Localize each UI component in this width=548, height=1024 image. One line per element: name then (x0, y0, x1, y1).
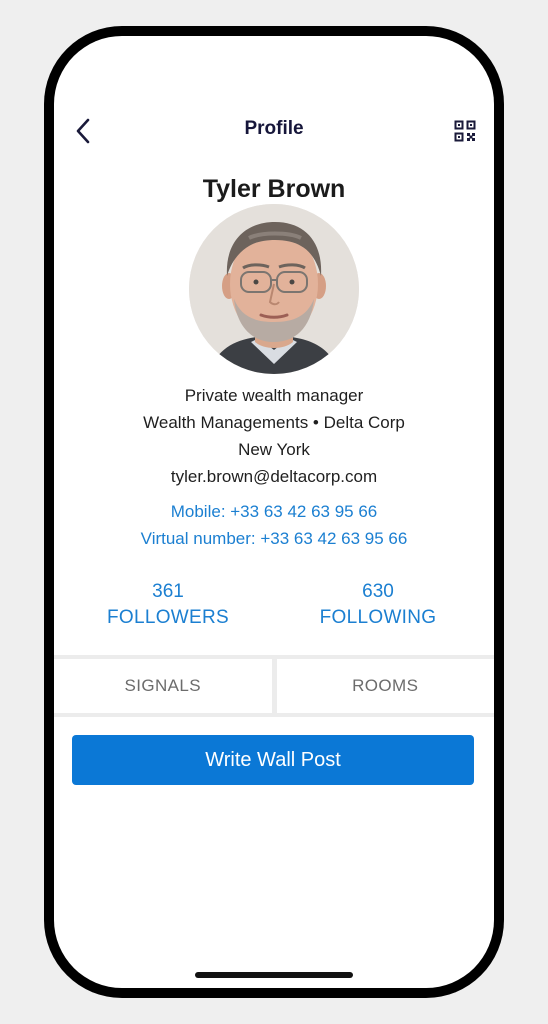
job-title: Private wealth manager (184, 386, 364, 405)
qr-code-icon (454, 120, 476, 142)
following-stat[interactable]: 630 FOLLOWING (278, 580, 478, 632)
department-company: Wealth Managements • Delta Corp (143, 413, 405, 432)
following-label: FOLLOWING (319, 607, 437, 628)
location: New York (238, 440, 310, 459)
following-count: 630 (362, 581, 394, 602)
followers-label: FOLLOWERS (107, 607, 229, 628)
profile-name: Tyler Brown (202, 175, 346, 203)
email[interactable]: tyler.brown@deltacorp.com (54, 467, 494, 487)
avatar (189, 204, 359, 374)
mobile-number-link[interactable]: Mobile: +33 63 42 63 95 66 (54, 502, 494, 522)
followers-count: 361 (152, 581, 184, 602)
write-wall-post-button[interactable]: Write Wall Post (72, 735, 474, 785)
virtual-number-link[interactable]: Virtual number: +33 63 42 63 95 66 (54, 529, 494, 549)
avatar-image (189, 204, 359, 374)
home-indicator (195, 972, 353, 978)
tab-bar: SIGNALS ROOMS (54, 655, 494, 717)
page-title: Profile (244, 118, 304, 139)
tab-signals[interactable]: SIGNALS (54, 659, 272, 713)
qr-code-button[interactable] (450, 116, 480, 146)
top-bar: Profile (54, 114, 494, 148)
screen: Profile Tyler Brown Private wealth manag… (54, 36, 494, 988)
tab-rooms[interactable]: ROOMS (276, 659, 494, 713)
phone-frame: Profile Tyler Brown Private wealth manag… (44, 26, 504, 998)
followers-stat[interactable]: 361 FOLLOWERS (68, 580, 268, 632)
